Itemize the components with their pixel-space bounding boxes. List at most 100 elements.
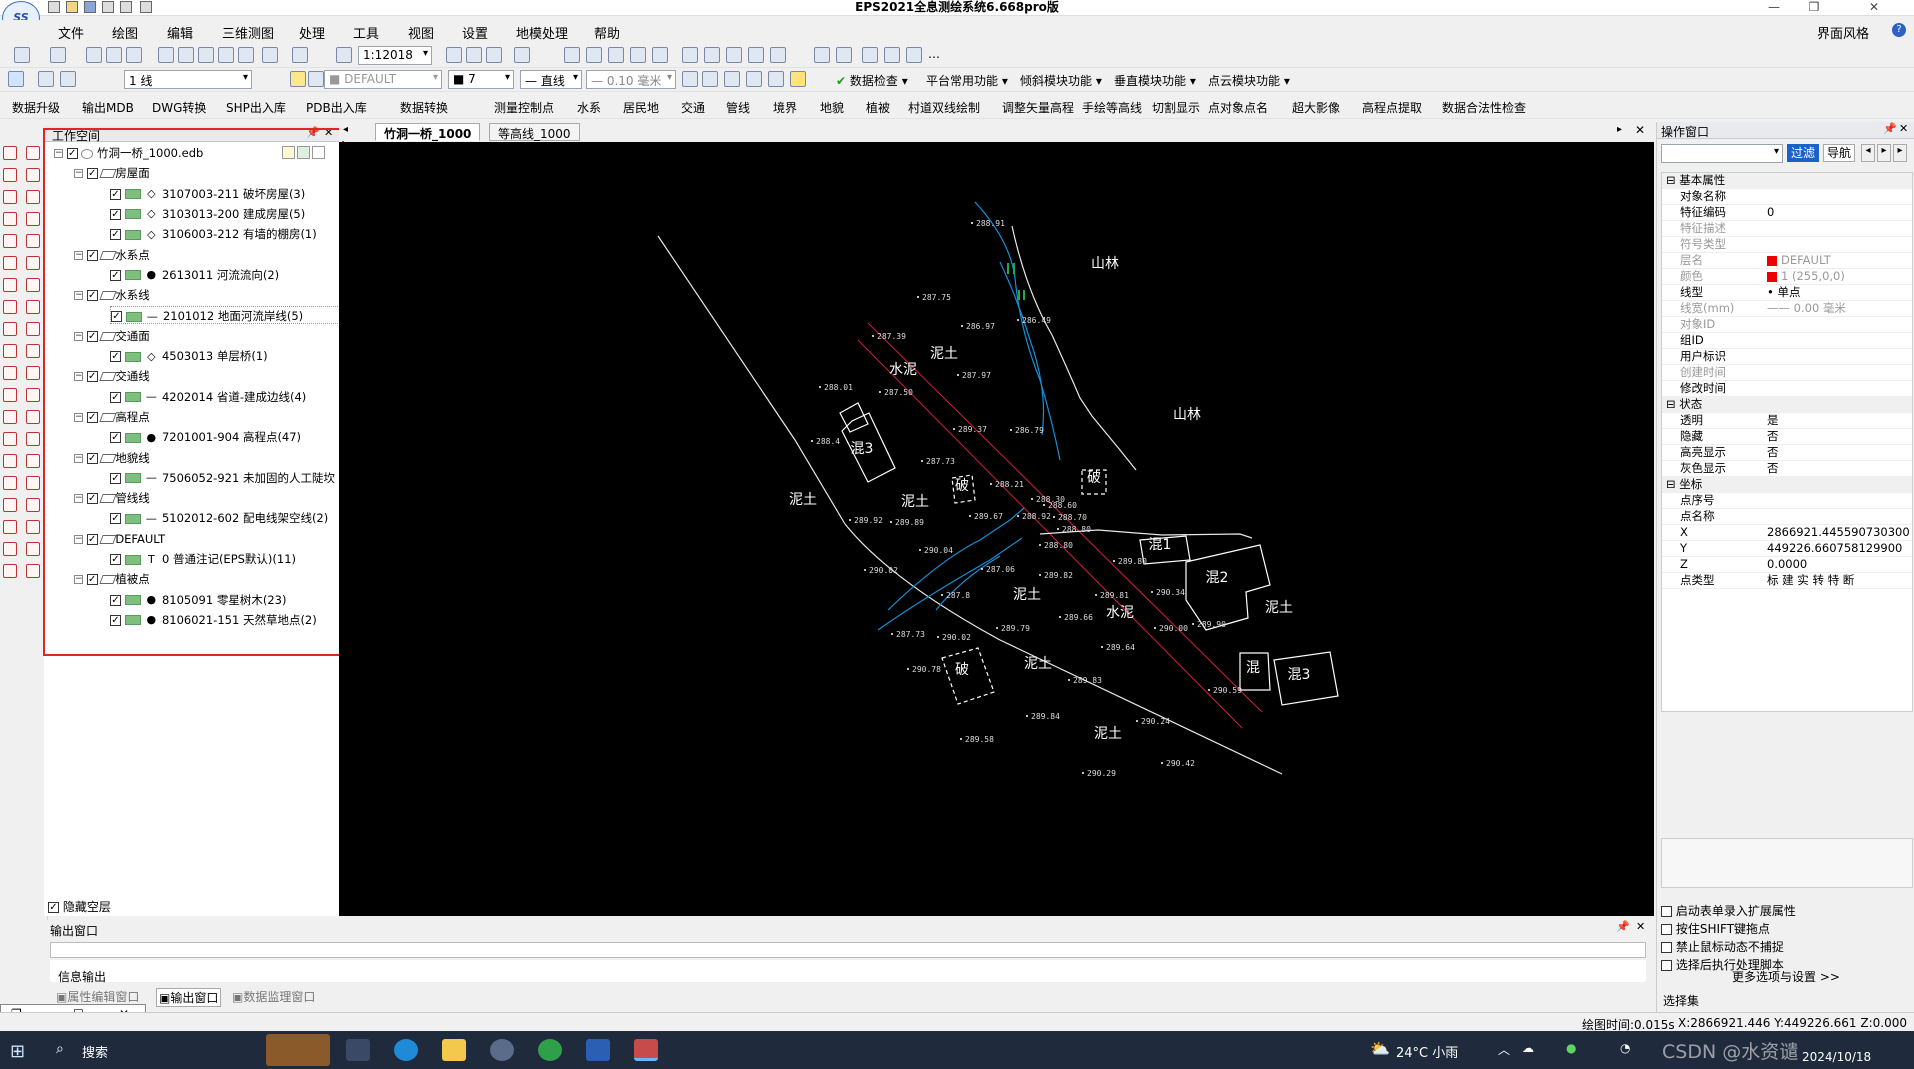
layer-check[interactable]: ✓ [110,351,121,362]
layer-check[interactable]: ✓ [86,249,98,261]
property-row[interactable]: X 2866921.445590730300 [1662,525,1912,541]
weather-label[interactable]: 24°C 小雨 [1396,1042,1458,1061]
eps-taskbar-icon[interactable] [634,1039,658,1061]
elevation-point[interactable]: 290.78 [907,665,941,674]
grid-view-4-icon[interactable] [514,47,530,63]
layer-item[interactable]: ✓ T 0 普通注记(EPS默认)(11) [110,550,296,568]
map-label[interactable]: 泥土 [1265,600,1293,616]
object-type-combo[interactable] [1661,144,1783,163]
copy-icon[interactable] [106,47,122,63]
module-pdb[interactable]: PDB出入库 [306,99,367,116]
output-pin-icon[interactable]: 📌 [1616,920,1630,933]
layer-check[interactable]: ✓ [110,229,121,241]
measure-icon[interactable] [3,520,17,534]
bulb-icon[interactable] [290,71,306,87]
snap-1-icon[interactable] [586,47,602,63]
property-row[interactable]: 高亮显示 否 [1662,445,1912,461]
refresh-icon[interactable] [238,47,254,63]
map-label[interactable]: 破 [1087,470,1101,486]
edit-19-icon[interactable] [26,542,40,556]
taskbar-search-label[interactable]: 搜索 [82,1042,108,1061]
property-row[interactable]: 线宽(mm) —— 0.00 毫米 [1662,301,1912,317]
elevation-point[interactable]: 286.49 [1017,316,1051,325]
elevation-point[interactable]: 290.34 [1151,588,1185,597]
layer-check[interactable]: ✓ [86,371,98,383]
menu-tools[interactable]: 工具 [353,23,379,42]
tab-main-map[interactable]: 竹洞一桥_1000 [375,123,481,141]
layer-check[interactable]: ✓ [86,533,98,545]
property-value[interactable]: • 单点 [1767,285,1912,300]
map-label[interactable]: 泥土 [901,494,929,510]
menu-draw[interactable]: 绘图 [112,23,138,42]
property-row[interactable]: 对象名称 [1662,189,1912,205]
module-cut-display[interactable]: 切割显示 [1152,99,1200,116]
scale-combo[interactable]: 1:12018 [358,46,432,65]
draw-curve-icon[interactable] [3,212,17,226]
layer-check[interactable]: ✓ [110,614,121,626]
prop-tool-1-icon[interactable] [682,71,698,87]
elevation-point[interactable]: 289.66 [1059,613,1093,622]
draw-box-icon[interactable] [3,256,17,270]
tree-collapse-icon[interactable]: − [54,149,63,158]
elevation-point[interactable]: 289.83 [1068,676,1102,685]
elevation-point[interactable]: 289.67 [969,512,1003,521]
tree-collapse-icon[interactable]: − [74,291,83,301]
option-checkbox[interactable]: 启动表单录入扩展属性 [1661,902,1796,919]
map-label[interactable]: 泥土 [1024,656,1052,672]
menu-process[interactable]: 处理 [299,23,325,42]
option-check-box[interactable] [1661,942,1672,953]
menu-edit[interactable]: 编辑 [167,23,193,42]
prop-tool-6-icon[interactable] [790,71,806,87]
tab-scroll-right-icon[interactable]: ▸ [1617,124,1622,135]
menu-settings[interactable]: 设置 [462,23,488,42]
layer-group-0[interactable]: − ✓ 房屋面 [74,164,150,182]
property-value[interactable]: 0.0000 [1767,557,1912,572]
module-upgrade[interactable]: 数据升级 [12,99,60,116]
property-row[interactable]: 组ID [1662,333,1912,349]
hide-empty-layers-checkbox[interactable]: ✓ 隐藏空层 [48,898,111,915]
tool-b-icon[interactable] [836,47,852,63]
edge-icon[interactable] [394,1039,418,1061]
module-traffic[interactable]: 交通 [681,99,705,116]
menu-3d[interactable]: 三维测图 [222,23,274,42]
layer-item[interactable]: ✓ ◇ 3106003-212 有墙的棚房(1) [110,225,317,243]
layer-check[interactable]: ✓ [86,574,98,586]
draw-number-icon[interactable] [3,278,17,292]
menu-terrain[interactable]: 地模处理 [516,23,568,42]
layer-check[interactable]: ✓ [86,411,98,423]
elevation-point[interactable]: 289.82 [1039,571,1073,580]
edit-13-icon[interactable] [26,410,40,424]
layer-item[interactable]: ✓ ● 2613011 河流流向(2) [110,266,279,284]
layer-check[interactable]: ✓ [86,452,98,464]
draw-line-icon[interactable] [3,168,17,182]
task-view-icon[interactable] [346,1039,370,1061]
tab-output[interactable]: ▣输出窗口 [156,988,222,1007]
layer-item[interactable]: ✓ — 7506052-921 未加固的人工陡坎 [110,469,335,487]
elevation-point[interactable]: 288.70 [1053,513,1087,522]
layer-check[interactable]: ✓ [86,493,98,505]
module-legality[interactable]: 数据合法性检查 [1442,99,1526,116]
help-icon[interactable]: ? [1892,23,1906,37]
property-row[interactable]: 符号类型 [1662,237,1912,253]
navigate-button[interactable]: 导航 [1823,144,1855,162]
module-boundary[interactable]: 境界 [773,99,797,116]
break-icon[interactable] [3,432,17,446]
property-row[interactable]: 灰色显示 否 [1662,461,1912,477]
layer-group-4[interactable]: − ✓ 交通线 [74,367,150,385]
output-close-icon[interactable]: ✕ [1636,920,1645,933]
layer-group-1[interactable]: − ✓ 水系点 [74,246,150,264]
edit-7-icon[interactable] [26,278,40,292]
prev-icon[interactable]: ◂ [1861,144,1875,162]
tab-scroll-left-icon[interactable]: ◂ [343,124,348,135]
map-label[interactable]: 混2 [1206,570,1229,586]
elevation-point[interactable]: 290.02 [937,633,971,642]
platform-button[interactable]: 平台常用功能 ▾ [926,72,1008,89]
tool-d-icon[interactable] [884,47,900,63]
prop-tool-4-icon[interactable] [746,71,762,87]
menu-file[interactable]: 文件 [58,23,84,42]
tool-e-icon[interactable] [906,47,922,63]
linetype-combo[interactable]: — 直线 [520,70,582,89]
tree-collapse-icon[interactable]: − [74,453,83,463]
line-count-combo[interactable]: 1 线 [124,70,252,89]
property-row[interactable]: 点类型 标 建 实 转 特 断 [1662,573,1912,589]
